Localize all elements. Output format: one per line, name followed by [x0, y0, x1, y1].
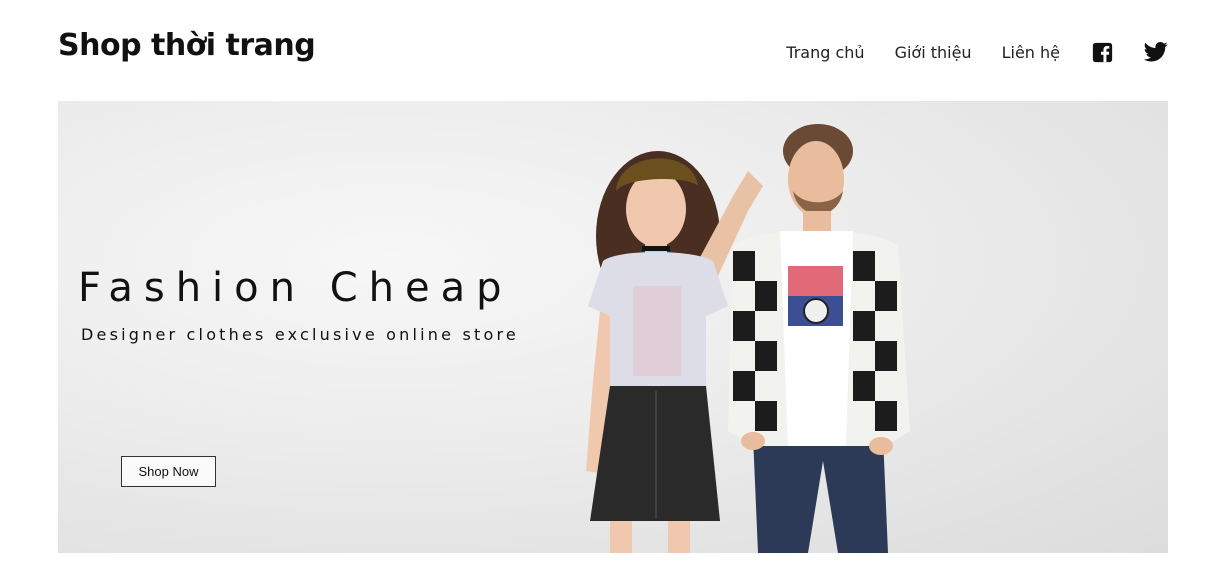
hero-subtitle: Designer clothes exclusive online store: [81, 325, 519, 344]
nav-link-contact[interactable]: Liên hệ: [1002, 43, 1060, 62]
hero-banner: Fashion Cheap Designer clothes exclusive…: [58, 101, 1168, 553]
hero-title: Fashion Cheap: [78, 265, 513, 311]
twitter-icon[interactable]: [1144, 40, 1168, 64]
facebook-icon[interactable]: [1090, 40, 1114, 64]
site-header: Shop thời trang Trang chủ Giới thiệu Liê…: [0, 0, 1209, 100]
nav-link-home[interactable]: Trang chủ: [786, 43, 864, 62]
site-brand[interactable]: Shop thời trang: [58, 28, 316, 63]
main-nav: Trang chủ Giới thiệu Liên hệ: [786, 38, 1168, 66]
shop-now-button[interactable]: Shop Now: [121, 456, 216, 487]
nav-link-about[interactable]: Giới thiệu: [895, 43, 972, 62]
hero-models-image: [586, 124, 910, 553]
